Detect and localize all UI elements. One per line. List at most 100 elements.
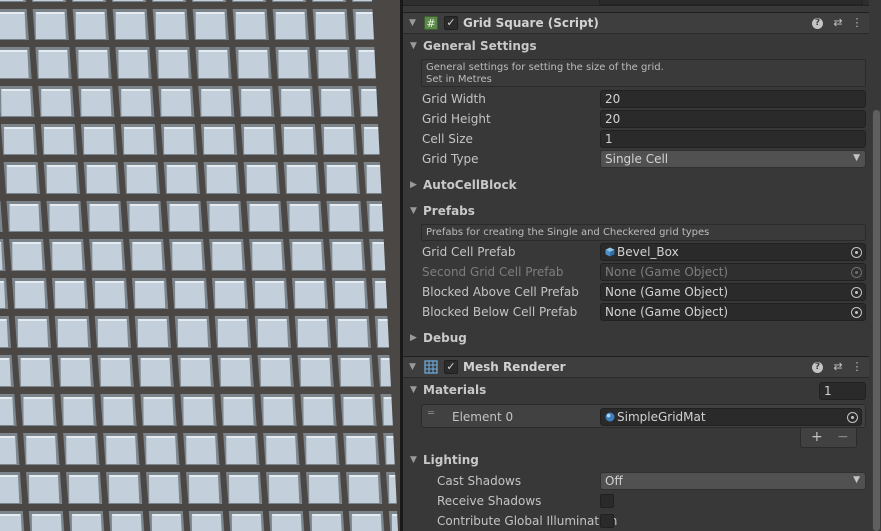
tile-face: [220, 358, 251, 386]
object-picker-icon[interactable]: [851, 307, 862, 318]
tile-face: [231, 514, 262, 531]
tile-highlight: [23, 397, 53, 399]
lighting-foldout[interactable]: ▼ Lighting: [403, 452, 869, 470]
object-picker-icon[interactable]: [847, 412, 858, 423]
tile-highlight: [323, 127, 353, 129]
autocellblock-foldout[interactable]: ▶ AutoCellBlock: [403, 177, 869, 195]
mesh-renderer-header[interactable]: ▼ ✓ Mesh Renderer ? ⇄ ⋮: [403, 356, 869, 378]
tile-highlight: [215, 281, 245, 283]
grid-height-row: Grid Height 20: [403, 110, 869, 128]
tile-face: [123, 127, 155, 154]
help-text-line: General settings for setting the size of…: [426, 62, 664, 73]
tile-highlight: [92, 242, 122, 244]
component-enabled-checkbox[interactable]: ✓: [444, 16, 458, 30]
scene-view[interactable]: [0, 0, 400, 531]
tile-highlight: [26, 436, 56, 438]
tile-bevel: [0, 201, 3, 232]
tile-face: [329, 204, 360, 231]
add-element-button[interactable]: +: [811, 429, 823, 445]
tile-face: [75, 12, 106, 39]
object-picker-icon[interactable]: [851, 287, 862, 298]
contribute-gi-checkbox[interactable]: [600, 514, 614, 528]
collapse-arrow-icon[interactable]: ▼: [409, 362, 416, 372]
grid-type-dropdown[interactable]: Single Cell ▼: [600, 150, 866, 168]
debug-foldout[interactable]: ▶ Debug: [403, 330, 869, 348]
tile-face: [286, 165, 317, 193]
context-menu-icon[interactable]: ⋮: [850, 360, 864, 374]
tile-face: [12, 242, 43, 270]
tile-highlight: [89, 204, 119, 206]
tile-highlight: [308, 475, 338, 477]
materials-foldout[interactable]: ▼ Materials: [403, 382, 869, 400]
materials-list: ═ Element 0 SimpleGridMat: [421, 404, 866, 428]
receive-shadows-checkbox[interactable]: [600, 494, 614, 508]
tile-face: [335, 281, 366, 308]
tile-highlight: [100, 358, 130, 360]
general-settings-foldout[interactable]: ▼ General Settings: [403, 38, 869, 56]
help-icon[interactable]: ?: [812, 362, 823, 373]
drag-handle-icon[interactable]: ═: [428, 409, 434, 419]
remove-element-button[interactable]: −: [837, 429, 849, 445]
section-title: Lighting: [423, 453, 479, 467]
tile-highlight: [111, 514, 141, 516]
collapse-arrow-icon[interactable]: ▼: [409, 18, 416, 28]
tile-highlight: [123, 127, 153, 129]
tile-face: [201, 89, 232, 116]
context-menu-icon[interactable]: ⋮: [850, 16, 864, 30]
inspector-scrollbar[interactable]: [872, 110, 881, 531]
tile-highlight: [155, 12, 185, 14]
field-label: Second Grid Cell Prefab: [422, 265, 564, 279]
prefabs-foldout[interactable]: ▼ Prefabs: [403, 203, 869, 221]
object-picker-icon[interactable]: [851, 247, 862, 258]
tile-highlight: [0, 475, 18, 477]
tile-highlight: [66, 436, 96, 438]
tile-face: [271, 514, 302, 531]
tile-face: [17, 319, 49, 347]
list-element-label: Element 0: [452, 410, 514, 424]
tile-face: [332, 242, 363, 270]
presets-icon[interactable]: ⇄: [831, 16, 845, 30]
material-element-field[interactable]: SimpleGridMat: [600, 408, 862, 426]
tile-highlight: [0, 436, 16, 438]
tile-highlight: [180, 358, 210, 360]
blocked-above-cell-prefab-field[interactable]: None (Game Object): [600, 283, 866, 301]
cast-shadows-dropdown[interactable]: Off ▼: [600, 472, 866, 490]
tile-face: [313, 0, 344, 1]
tile-highlight: [183, 397, 213, 399]
tile-highlight: [52, 242, 82, 244]
tile-face: [348, 475, 380, 503]
tile-face: [233, 0, 264, 1]
tile-face: [68, 475, 100, 503]
field-label: Blocked Below Cell Prefab: [422, 305, 578, 319]
tile-face: [63, 397, 94, 425]
component-enabled-checkbox[interactable]: ✓: [444, 360, 458, 374]
grid-square-header[interactable]: ▼ # ✓ Grid Square (Script) ? ⇄ ⋮: [403, 12, 869, 34]
tile-highlight: [337, 319, 367, 321]
grid-tiles-scene[interactable]: [0, 0, 400, 531]
tile-highlight: [255, 281, 285, 283]
svg-text:#: #: [426, 17, 435, 30]
tile-face: [60, 358, 91, 386]
tile-face: [191, 514, 222, 531]
presets-icon[interactable]: ⇄: [831, 360, 845, 374]
tile-highlight: [121, 89, 151, 91]
tile-highlight: [281, 89, 311, 91]
tile-face: [118, 50, 149, 78]
grid-width-input[interactable]: 20: [600, 90, 866, 108]
tile-face: [243, 127, 275, 154]
help-icon[interactable]: ?: [812, 18, 823, 29]
tile-face: [100, 358, 131, 386]
grid-height-input[interactable]: 20: [600, 110, 866, 128]
tile-face: [278, 50, 309, 78]
tile-highlight: [188, 475, 218, 477]
tile-face: [198, 50, 229, 78]
tile-highlight: [132, 242, 162, 244]
cell-size-input[interactable]: 1: [600, 130, 866, 148]
tile-face: [148, 475, 180, 503]
grid-cell-prefab-field[interactable]: Bevel_Box: [600, 243, 866, 261]
scrollbar-thumb[interactable]: [873, 110, 880, 531]
blocked-below-cell-prefab-field[interactable]: None (Game Object): [600, 303, 866, 321]
materials-count-input[interactable]: 1: [819, 382, 866, 400]
tile-highlight: [329, 204, 359, 206]
tile-highlight: [195, 12, 225, 14]
